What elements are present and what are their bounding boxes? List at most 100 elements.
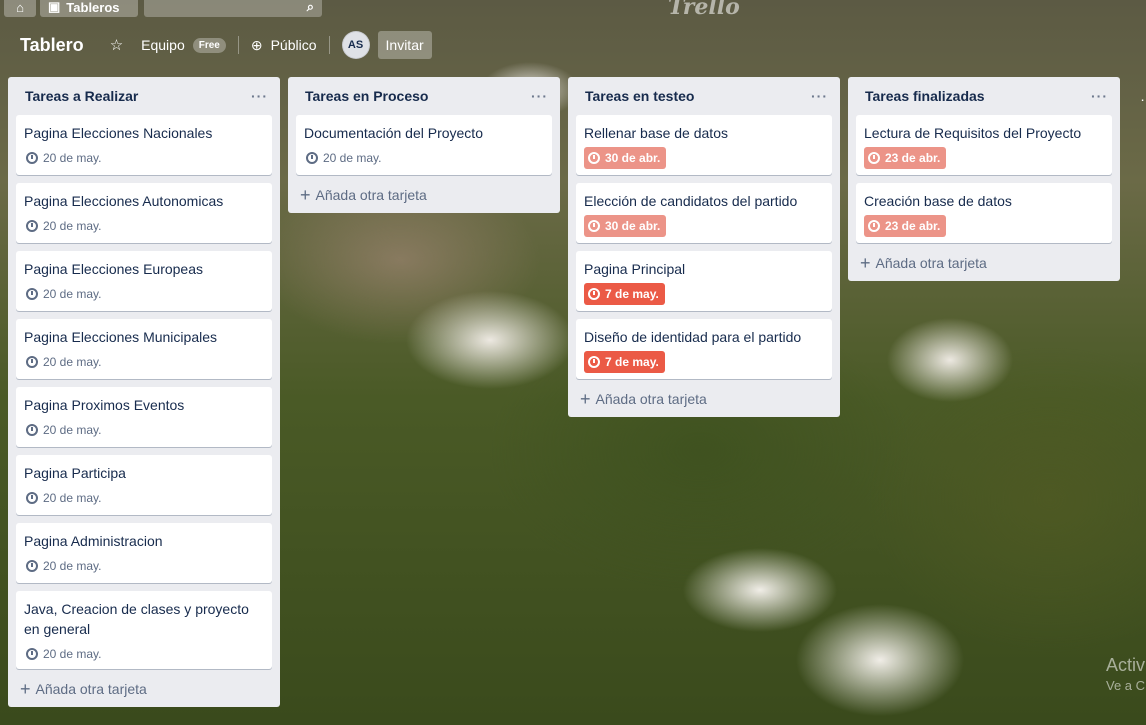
top-navigation-bar: ⌂ ▣ Tableros ⌕ Trello (0, 0, 1146, 20)
card-title: Documentación del Proyecto (304, 125, 483, 141)
next-list-edge: … (1140, 88, 1146, 104)
card-badges: 30 de abr. (584, 147, 824, 169)
free-badge: Free (192, 37, 226, 53)
card-badges: 7 de may. (584, 351, 824, 373)
card[interactable]: Creación base de datos 23 de abr. (856, 183, 1112, 243)
card-title: Pagina Proximos Eventos (24, 397, 185, 413)
card-title: Pagina Participa (24, 465, 126, 481)
card[interactable]: Pagina Participa 20 de may. (16, 455, 272, 515)
add-card-label: Añada otra tarjeta (35, 681, 147, 697)
add-card-label: Añada otra tarjeta (875, 255, 987, 271)
card-badges: 20 de may. (24, 555, 264, 577)
card[interactable]: Lectura de Requisitos del Proyecto 23 de … (856, 115, 1112, 175)
list-menu-icon[interactable]: ··· (811, 88, 828, 104)
card-title: Pagina Elecciones Europeas (24, 261, 204, 277)
due-date-text: 20 de may. (43, 491, 102, 505)
visibility-button[interactable]: ⊕ Público (251, 37, 317, 54)
card-badges: 23 de abr. (864, 215, 1104, 237)
list-menu-icon[interactable]: ··· (1091, 88, 1108, 104)
card-title: Elección de candidatos del partido (584, 193, 798, 209)
boards-icon: ▣ (48, 0, 61, 14)
due-date-badge[interactable]: 20 de may. (24, 351, 105, 373)
add-card-label: Añada otra tarjeta (595, 391, 707, 407)
card[interactable]: Java, Creacion de clases y proyecto en g… (16, 591, 272, 669)
card[interactable]: Pagina Principal 7 de may. (576, 251, 832, 311)
add-card-button[interactable]: + Añada otra tarjeta (296, 179, 552, 211)
due-date-badge[interactable]: 20 de may. (24, 487, 105, 509)
board-title[interactable]: Tablero (20, 35, 84, 56)
due-date-badge[interactable]: 20 de may. (24, 283, 105, 305)
clock-icon (588, 356, 600, 368)
list: Tareas en testeo ··· Rellenar base de dato… (568, 77, 840, 417)
list: Tareas a Realizar ··· Pagina Elecciones Na… (8, 77, 280, 707)
list-header: Tareas en Proceso ··· (296, 77, 552, 115)
card-title: Creación base de datos (864, 193, 1012, 209)
home-button[interactable]: ⌂ (4, 0, 36, 17)
due-date-badge[interactable]: 30 de abr. (584, 215, 667, 237)
card-title: Java, Creacion de clases y proyecto en g… (24, 601, 249, 637)
card[interactable]: Pagina Elecciones Nacionales 20 de may. (16, 115, 272, 175)
card[interactable]: Diseño de identidad para el partido 7 de … (576, 319, 832, 379)
due-date-badge[interactable]: 20 de may. (24, 215, 105, 237)
clock-icon (26, 492, 38, 504)
due-date-badge[interactable]: 20 de may. (304, 147, 385, 169)
card[interactable]: Pagina Administracion 20 de may. (16, 523, 272, 583)
due-date-text: 23 de abr. (885, 219, 941, 233)
add-card-button[interactable]: + Añada otra tarjeta (856, 247, 1112, 279)
due-date-badge[interactable]: 23 de abr. (864, 215, 947, 237)
list-title[interactable]: Tareas a Realizar (25, 88, 138, 104)
due-date-text: 30 de abr. (605, 219, 661, 233)
team-label: Equipo (141, 37, 185, 53)
boards-button[interactable]: ▣ Tableros (40, 0, 138, 17)
card-title: Pagina Principal (584, 261, 686, 277)
card[interactable]: Documentación del Proyecto 20 de may. (296, 115, 552, 175)
globe-icon: ⊕ (250, 36, 263, 53)
clock-icon (588, 220, 600, 232)
card-badges: 20 de may. (24, 147, 264, 169)
list-title[interactable]: Tareas en testeo (585, 88, 694, 104)
list-header: Tareas finalizadas ··· (856, 77, 1112, 115)
list-menu-icon[interactable]: ··· (251, 88, 268, 104)
due-date-text: 20 de may. (43, 219, 102, 233)
invite-button[interactable]: Invitar (377, 31, 432, 59)
due-date-badge[interactable]: 7 de may. (584, 283, 665, 305)
card[interactable]: Pagina Elecciones Europeas 20 de may. (16, 251, 272, 311)
add-card-button[interactable]: + Añada otra tarjeta (16, 673, 272, 705)
star-button[interactable]: ☆ (110, 36, 123, 54)
card[interactable]: Pagina Elecciones Autonomicas 20 de may. (16, 183, 272, 243)
due-date-badge[interactable]: 7 de may. (584, 351, 665, 373)
member-avatar[interactable]: AS (341, 31, 370, 59)
due-date-text: 30 de abr. (605, 151, 661, 165)
plus-icon: + (20, 679, 31, 699)
due-date-text: 20 de may. (43, 355, 102, 369)
due-date-badge[interactable]: 20 de may. (24, 555, 105, 577)
due-date-badge[interactable]: 20 de may. (24, 419, 105, 441)
header-divider (328, 36, 330, 54)
card[interactable]: Elección de candidatos del partido 30 de … (576, 183, 832, 243)
team-button[interactable]: Equipo Free (141, 37, 226, 53)
list-title[interactable]: Tareas en Proceso (305, 88, 428, 104)
due-date-badge[interactable]: 20 de may. (24, 147, 105, 169)
list-menu-icon[interactable]: ··· (531, 88, 548, 104)
clock-icon (868, 220, 880, 232)
due-date-badge[interactable]: 20 de may. (24, 643, 105, 665)
due-date-badge[interactable]: 23 de abr. (864, 147, 947, 169)
list-header: Tareas en testeo ··· (576, 77, 832, 115)
plus-icon: + (300, 185, 311, 205)
trello-logo[interactable]: Trello (668, 0, 740, 20)
list-title[interactable]: Tareas finalizadas (865, 88, 985, 104)
header-divider (237, 36, 239, 54)
card[interactable]: Rellenar base de datos 30 de abr. (576, 115, 832, 175)
card[interactable]: Pagina Elecciones Municipales 20 de may. (16, 319, 272, 379)
card-title: Lectura de Requisitos del Proyecto (864, 125, 1082, 141)
star-icon: ☆ (109, 37, 124, 54)
clock-icon (588, 152, 600, 164)
card[interactable]: Pagina Proximos Eventos 20 de may. (16, 387, 272, 447)
due-date-text: 20 de may. (323, 151, 382, 165)
search-input[interactable]: ⌕ (144, 0, 322, 17)
add-card-button[interactable]: + Añada otra tarjeta (576, 383, 832, 415)
card-badges: 20 de may. (24, 419, 264, 441)
due-date-badge[interactable]: 30 de abr. (584, 147, 667, 169)
plus-icon: + (580, 389, 591, 409)
clock-icon (306, 152, 318, 164)
